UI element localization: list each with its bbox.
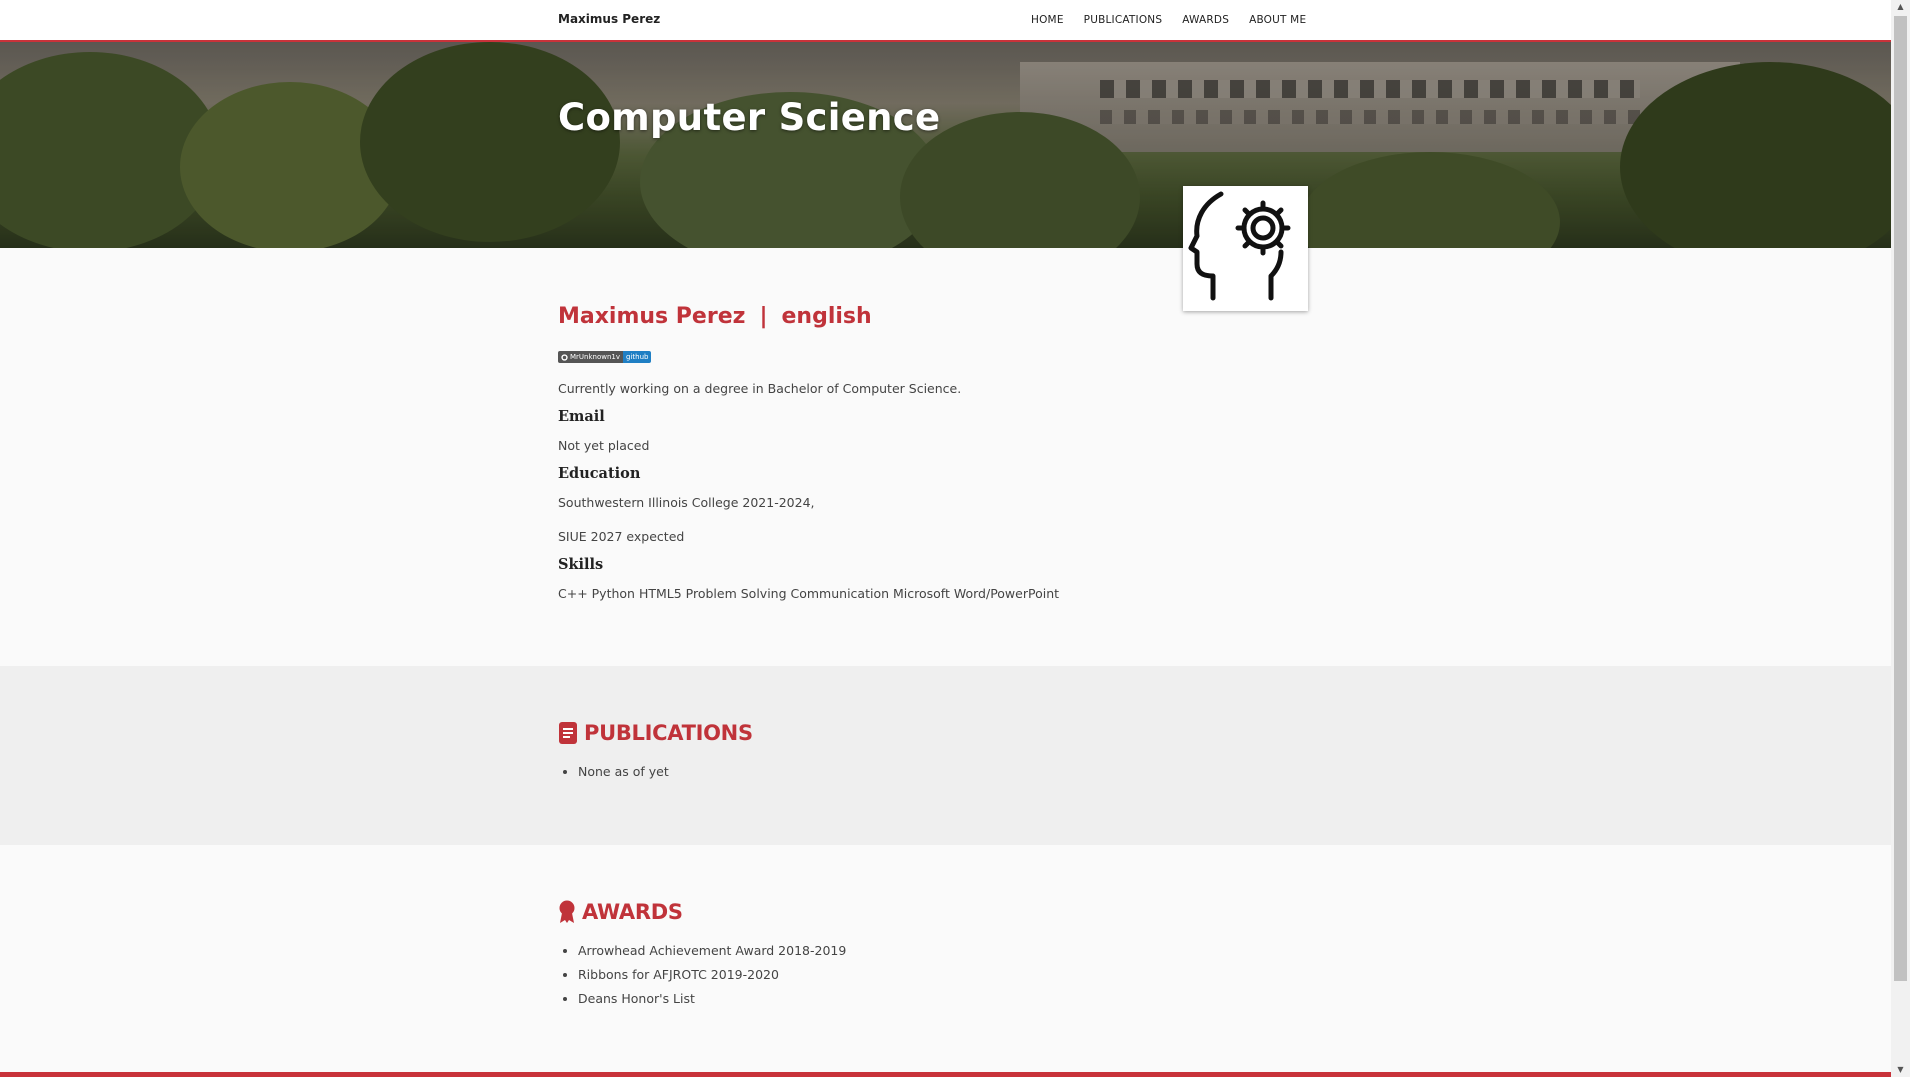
page-scrollbar[interactable]: ▲ ▼ xyxy=(1891,0,1910,1077)
publications-list: None as of yet xyxy=(558,764,669,788)
name-separator: | xyxy=(759,304,768,329)
nav-publications-link[interactable]: PUBLICATIONS xyxy=(1084,14,1163,26)
profile-image xyxy=(1183,186,1308,311)
list-item: Ribbons for AFJROTC 2019-2020 xyxy=(578,967,846,982)
publications-section: PUBLICATIONS None as of yet xyxy=(0,666,1891,845)
github-badge[interactable]: MrUnknown1v github xyxy=(558,351,652,363)
education-line-1: Southwestern Illinois College 2021-2024, xyxy=(558,495,815,510)
profile-name-line: Maximus Perez | english xyxy=(558,304,872,329)
language-link[interactable]: english xyxy=(781,304,871,329)
brand-link[interactable]: Maximus Perez xyxy=(558,12,660,26)
scroll-down-arrow-icon[interactable]: ▼ xyxy=(1891,1063,1910,1077)
list-item: Arrowhead Achievement Award 2018-2019 xyxy=(578,943,846,958)
publications-heading: PUBLICATIONS xyxy=(558,721,753,745)
profile-name: Maximus Perez xyxy=(558,304,746,329)
document-icon xyxy=(559,722,577,744)
scroll-thumb[interactable] xyxy=(1894,16,1907,981)
nav-about-link[interactable]: ABOUT ME xyxy=(1249,14,1306,26)
email-value: Not yet placed xyxy=(558,438,650,453)
education-line-2: SIUE 2027 expected xyxy=(558,529,685,544)
education-heading: Education xyxy=(558,465,641,482)
hero-banner: Computer Science xyxy=(0,42,1891,248)
nav-awards-link[interactable]: AWARDS xyxy=(1182,14,1229,26)
badge-left: MrUnknown1v xyxy=(558,351,624,363)
awards-heading: AWARDS xyxy=(558,900,683,924)
email-heading: Email xyxy=(558,408,605,425)
badge-username: MrUnknown1v xyxy=(570,353,621,361)
skills-heading: Skills xyxy=(558,556,604,573)
publications-title: PUBLICATIONS xyxy=(584,721,753,745)
hero-title: Computer Science xyxy=(558,96,941,139)
nav-home-link[interactable]: HOME xyxy=(1031,14,1064,26)
head-gear-icon xyxy=(1188,191,1291,301)
summary-text: Currently working on a degree in Bachelo… xyxy=(558,381,962,396)
awards-list: Arrowhead Achievement Award 2018-2019 Ri… xyxy=(558,943,846,1015)
navbar: Maximus Perez HOME PUBLICATIONS AWARDS A… xyxy=(0,0,1891,42)
list-item: None as of yet xyxy=(578,764,669,779)
badge-right: github xyxy=(623,351,652,363)
about-section xyxy=(0,248,1891,666)
award-ribbon-icon xyxy=(559,900,575,923)
hero-overlay xyxy=(0,42,1891,248)
list-item: Deans Honor's List xyxy=(578,991,846,1006)
nav-links: HOME PUBLICATIONS AWARDS ABOUT ME xyxy=(1031,14,1306,26)
github-icon xyxy=(561,353,568,361)
scroll-up-arrow-icon[interactable]: ▲ xyxy=(1891,0,1910,14)
skills-value: C++ Python HTML5 Problem Solving Communi… xyxy=(558,586,1060,601)
awards-title: AWARDS xyxy=(582,900,683,924)
footer-bar xyxy=(0,1072,1891,1077)
awards-section: AWARDS Arrowhead Achievement Award 2018-… xyxy=(0,845,1891,1072)
